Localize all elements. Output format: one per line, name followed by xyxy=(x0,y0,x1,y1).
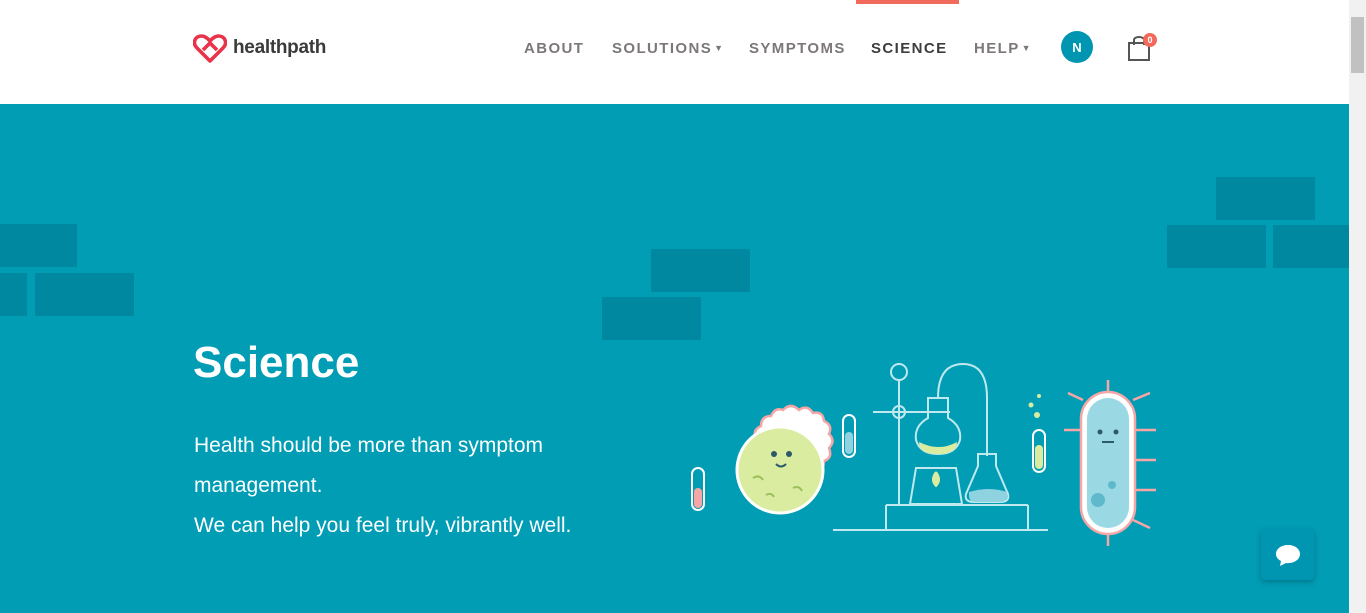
site-header: healthpath ABOUT SOLUTIONS ▼ SYMPTOMS SCI… xyxy=(0,0,1349,104)
nav-item-label: SCIENCE xyxy=(871,40,948,57)
decor-brick xyxy=(1216,177,1315,220)
chat-bubble-icon xyxy=(1275,544,1300,566)
nav-item-about[interactable]: ABOUT xyxy=(524,40,584,57)
brand-name: healthpath xyxy=(233,37,327,58)
nav-item-help[interactable]: HELP ▼ xyxy=(974,40,1032,57)
nav-item-label: SOLUTIONS xyxy=(612,40,713,57)
round-germ-character xyxy=(691,404,856,515)
decor-brick xyxy=(0,273,27,316)
caret-down-icon: ▼ xyxy=(714,43,725,53)
active-nav-indicator xyxy=(856,0,959,4)
rod-bacteria-character xyxy=(1028,380,1156,546)
decor-brick xyxy=(651,249,750,292)
nav-item-label: SYMPTOMS xyxy=(749,40,846,57)
page-title: Science xyxy=(193,338,360,387)
hero-text-line: We can help you feel truly, vibrantly we… xyxy=(194,514,572,537)
hero-text-line: Health should be more than symptom xyxy=(194,434,544,457)
decor-brick xyxy=(602,297,701,340)
hero-text-line: management. xyxy=(194,474,323,497)
caret-down-icon: ▼ xyxy=(1021,43,1032,53)
user-avatar[interactable]: N xyxy=(1061,31,1093,63)
heart-logo-icon xyxy=(193,34,227,63)
lab-illustration xyxy=(691,362,1156,546)
nav-item-label: HELP xyxy=(974,40,1020,57)
lab-apparatus xyxy=(833,362,1048,531)
logo[interactable]: healthpath xyxy=(193,33,326,63)
scrollbar-thumb[interactable] xyxy=(1351,17,1364,73)
vertical-scrollbar[interactable] xyxy=(1349,0,1366,613)
nav-item-symptoms[interactable]: SYMPTOMS xyxy=(749,40,846,57)
decor-brick xyxy=(0,224,77,267)
cart-count-badge: 0 xyxy=(1143,33,1157,47)
nav-item-science[interactable]: SCIENCE xyxy=(871,40,947,57)
chat-button[interactable] xyxy=(1261,529,1314,580)
nav-item-label: ABOUT xyxy=(524,40,585,57)
nav-item-solutions[interactable]: SOLUTIONS ▼ xyxy=(612,40,724,57)
decor-brick xyxy=(1167,225,1266,268)
decor-brick xyxy=(35,273,134,316)
hero-section: Science Health should be more than sympt… xyxy=(0,104,1349,613)
decor-brick xyxy=(1273,225,1349,268)
